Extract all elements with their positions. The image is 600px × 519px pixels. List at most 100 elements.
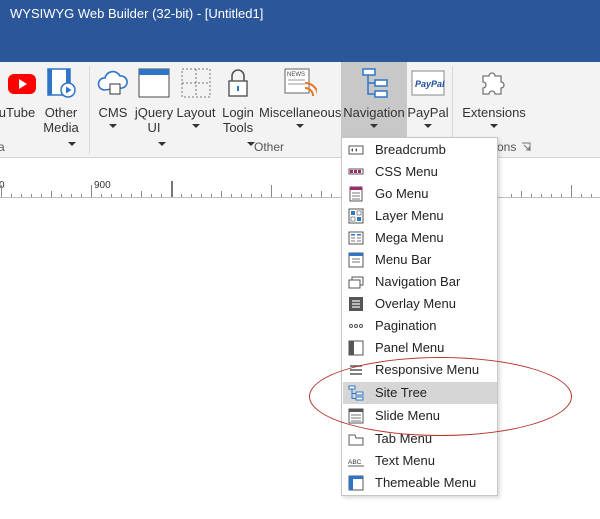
chevron-down-icon [370,124,378,128]
layout-grid-icon [181,68,211,98]
ruler-tick [551,194,552,197]
ribbon: uTube Other Media CMS jQuery UI Layout L… [0,62,600,158]
chevron-down-icon [296,124,304,128]
menu-item-menu-bar[interactable]: Menu Bar [343,249,497,271]
ruler-tick [221,191,222,197]
jquery-ui-button[interactable]: jQuery UI [133,62,175,146]
ruler-tick [281,194,282,197]
ruler-tick [251,194,252,197]
ruler-tick [571,185,572,197]
dialog-launcher-icon[interactable] [521,142,531,152]
menu-item-layer-menu[interactable]: Layer Menu [343,205,497,227]
puzzle-icon [482,72,505,95]
menu-item-themeable-menu[interactable]: Themeable Menu [343,472,497,494]
menu-item-go-menu[interactable]: Go Menu [343,183,497,205]
ruler-tick [211,194,212,197]
menu-item-responsive-menu[interactable]: Responsive Menu [343,359,497,381]
ruler-tick [111,194,112,197]
ruler-tick [511,194,512,197]
extensions-label: Extensions [462,105,526,120]
cms-label: CMS [98,105,128,120]
chevron-down-icon [158,142,167,146]
menu-item-breadcrumb[interactable]: Breadcrumb [343,139,497,161]
ruler-tick [161,194,162,197]
extensions-button[interactable]: Extensions [458,62,530,140]
menu-item-label: Responsive Menu [375,362,480,377]
menu-item-label: Panel Menu [375,340,445,355]
ruler-tick [291,194,292,197]
menu-item-tab-menu[interactable]: Tab Menu [343,428,497,450]
ruler-tick [201,194,202,197]
ruler-tick [31,194,32,197]
ribbon-separator [89,66,90,154]
menu-item-slide-menu[interactable]: Slide Menu [343,405,497,427]
layer-menu-icon [348,208,364,224]
menu-item-label: Navigation Bar [375,274,461,289]
menu-item-label: Text Menu [375,453,435,468]
ruler-page-edge-marker[interactable] [171,181,173,197]
other-media-label-2: Media [43,120,79,135]
cms-button[interactable]: CMS [93,62,133,140]
navigation-bar-icon [348,276,364,289]
paypal-button[interactable]: PayPal PayPal [407,62,449,140]
pagination-icon [349,324,363,328]
menu-bar-icon [348,252,364,268]
window-title: WYSIWYG Web Builder (32-bit) - [Untitled… [10,6,264,21]
group-label-extensions: ons [497,140,517,154]
miscellaneous-button[interactable]: NEWS Miscellaneous [259,62,341,140]
youtube-button[interactable]: uTube [0,62,40,140]
login-tools-button[interactable]: Login Tools [217,62,259,146]
lock-icon [228,69,248,97]
themeable-menu-icon [348,475,364,491]
ruler-tick [591,194,592,197]
css-menu-icon [348,168,364,175]
ruler-tick [11,194,12,197]
paypal-icon: PayPal [411,70,445,96]
navigation-button[interactable]: Navigation [341,62,407,137]
menu-item-label: Go Menu [375,186,429,201]
menu-item-mega-menu[interactable]: Mega Menu [343,227,497,249]
ruler-tick [91,185,92,197]
tab-menu-icon [348,434,364,446]
menu-item-label: Breadcrumb [375,142,446,157]
ruler-tick [151,194,152,197]
ruler-tick [271,185,272,197]
go-menu-icon [349,186,363,202]
design-canvas[interactable] [0,199,600,519]
ruler-tick [521,191,522,197]
youtube-icon [8,74,36,94]
other-media-label-1: Other [44,105,78,120]
ruler-tick [241,194,242,197]
other-media-button[interactable]: Other Media [36,62,86,146]
ruler-tick [531,194,532,197]
menu-item-css-menu[interactable]: CSS Menu [343,161,497,183]
login-label-2: Tools [222,120,254,135]
chevron-down-icon [109,124,117,128]
menu-item-label: Tab Menu [375,431,433,446]
horizontal-ruler: 0 900 [0,180,600,198]
chevron-down-icon [68,142,76,146]
menu-item-navigation-bar[interactable]: Navigation Bar [343,271,497,293]
menu-item-label: CSS Menu [375,164,438,179]
ruler-tick [131,194,132,197]
layout-button[interactable]: Layout [175,62,217,140]
ruler-tick [261,194,262,197]
ruler-tick [141,191,142,197]
menu-item-panel-menu[interactable]: Panel Menu [343,337,497,359]
ruler-tick [71,194,72,197]
menu-item-label: Pagination [375,318,437,333]
miscellaneous-label: Miscellaneous [259,105,342,120]
panel-menu-icon [348,340,364,356]
menu-item-pagination[interactable]: Pagination [343,315,497,337]
group-label-media: a [0,140,5,154]
menu-item-site-tree[interactable]: Site Tree [343,382,497,404]
menu-item-overlay-menu[interactable]: Overlay Menu [343,293,497,315]
menu-item-label: Menu Bar [375,252,432,267]
mega-menu-icon [348,231,364,245]
menu-item-label: Slide Menu [375,408,441,423]
ruler-tick [301,194,302,197]
ruler-tick [181,194,182,197]
jquery-window-icon [138,68,170,98]
menu-item-text-menu[interactable]: ABC Text Menu [343,450,497,472]
menu-item-label: Site Tree [375,385,428,400]
